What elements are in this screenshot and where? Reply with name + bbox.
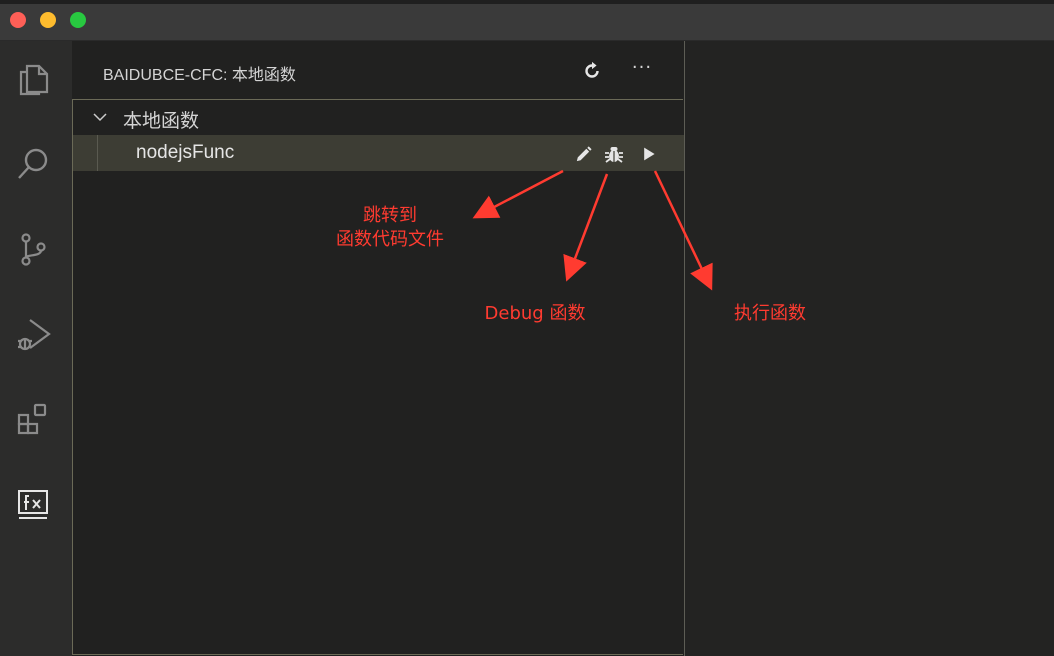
annotation-edit-line2: 函数代码文件 — [336, 229, 444, 250]
indent-guide — [97, 135, 98, 171]
editor-area — [685, 41, 1054, 656]
section-label: 本地函数 — [123, 110, 200, 132]
section-header[interactable]: 本地函数 — [73, 100, 684, 135]
zoom-window-button[interactable] — [70, 12, 86, 28]
annotation-edit: 跳转到 函数代码文件 — [320, 204, 460, 252]
tree-item[interactable]: nodejsFunc — [73, 135, 684, 171]
search-icon[interactable] — [10, 141, 56, 187]
play-icon[interactable] — [638, 143, 660, 165]
more-actions-button[interactable]: ··· — [630, 55, 654, 79]
annotation-edit-line1: 跳转到 — [363, 205, 417, 226]
local-functions-section: 本地函数 nodejsFunc — [72, 99, 684, 655]
annotation-run: 执行函数 — [734, 303, 806, 324]
refresh-icon[interactable] — [580, 59, 604, 83]
run-debug-icon[interactable] — [10, 311, 56, 357]
annotation-debug: Debug 函数 — [484, 303, 586, 324]
extensions-icon[interactable] — [10, 396, 56, 442]
function-name: nodejsFunc — [136, 142, 235, 163]
explorer-icon[interactable] — [10, 55, 56, 101]
sidebar-title: BAIDUBCE-CFC: 本地函数 — [103, 67, 296, 84]
edit-icon[interactable] — [572, 143, 594, 165]
bug-icon[interactable] — [603, 143, 625, 165]
sidebar-header: BAIDUBCE-CFC: 本地函数 ··· — [72, 41, 684, 99]
cfc-fx-icon[interactable] — [10, 481, 56, 527]
source-control-icon[interactable] — [10, 226, 56, 272]
window-titlebar — [0, 0, 1054, 41]
close-window-button[interactable] — [10, 12, 26, 28]
activity-bar — [0, 41, 72, 656]
sidebar: BAIDUBCE-CFC: 本地函数 ··· 本地函数 nodejsFunc — [72, 41, 685, 656]
chevron-down-icon — [93, 113, 107, 122]
minimize-window-button[interactable] — [40, 12, 56, 28]
